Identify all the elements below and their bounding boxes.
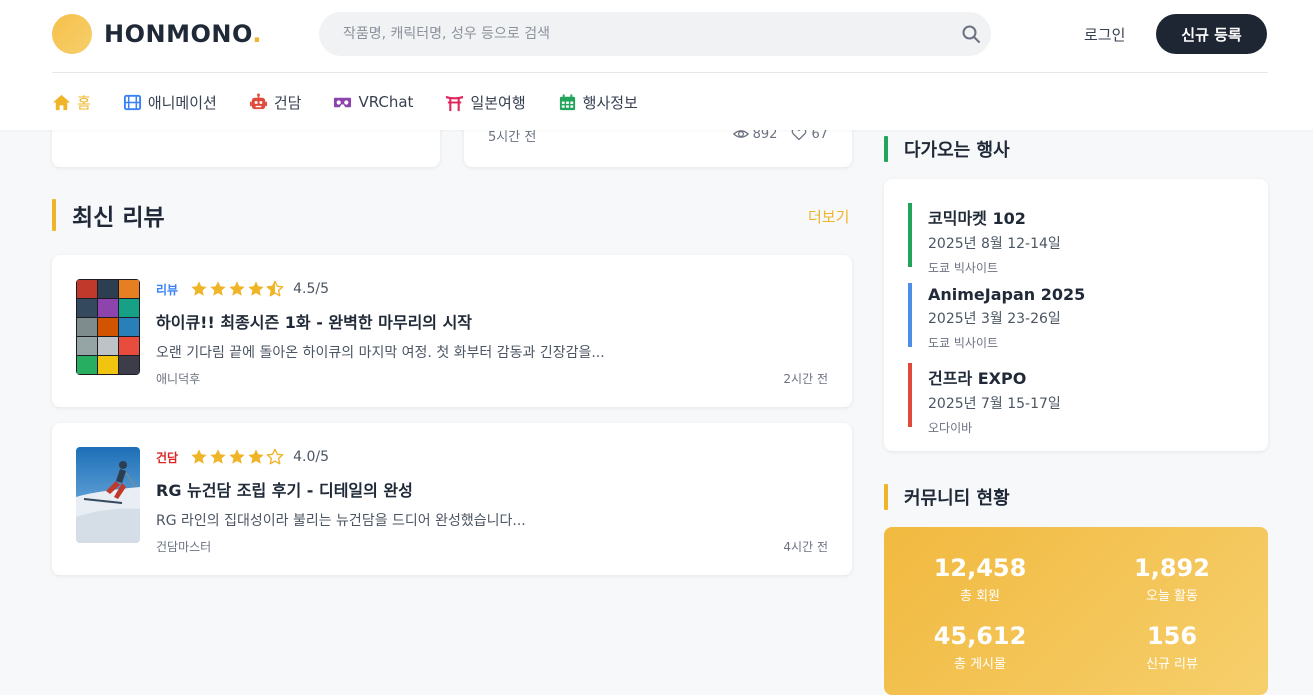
nav-item-japan-travel[interactable]: 일본여행 (445, 92, 526, 113)
nav-item-animation[interactable]: 애니메이션 (123, 92, 217, 113)
upcoming-events-heading: 다가오는 행사 (884, 136, 1010, 162)
main-nav: 홈 애니메이션 건담 VRChat 일본여행 행사정보 (52, 88, 670, 116)
section-accent-bar (52, 199, 56, 231)
review-score: 4.0/5 (293, 449, 329, 465)
review-title[interactable]: RG 뉴건담 조립 후기 - 디테일의 완성 (156, 477, 828, 501)
star-full-icon (229, 281, 245, 296)
stat-value: 45,612 (933, 622, 1027, 650)
section-title: 커뮤니티 현황 (904, 488, 1010, 509)
torii-gate-icon (446, 95, 464, 111)
review-card[interactable]: 건담 4.0/5 RG 뉴건담 조립 후기 - 디테일의 완성 RG 라인의 집… (52, 423, 852, 575)
nav-item-label: 건담 (273, 93, 302, 112)
community-stats-heading: 커뮤니티 현황 (884, 484, 1010, 510)
review-excerpt: RG 라인의 집대성이라 불리는 뉴건담을 드디어 완성했습니다... (156, 513, 526, 529)
nav-item-events[interactable]: 행사정보 (558, 92, 638, 113)
stat-total-members: 12,458 총 회원 (884, 553, 1076, 604)
star-empty-icon (266, 448, 284, 465)
star-rating (190, 280, 285, 298)
star-full-icon (248, 281, 264, 296)
stat-label: 오늘 활동 (1146, 589, 1198, 604)
event-name: 건프라 EXPO (928, 369, 1027, 388)
header-divider (52, 72, 1268, 73)
nav-item-label: 일본여행 (470, 93, 526, 112)
star-full-icon (248, 449, 264, 464)
community-stats-card: 12,458 총 회원 1,892 오늘 활동 45,612 총 게시물 156… (884, 527, 1268, 695)
stat-total-posts: 45,612 총 게시물 (884, 621, 1076, 672)
star-full-icon (210, 449, 226, 464)
vr-goggles-icon (334, 97, 352, 107)
event-date: 2025년 8월 12-14일 (928, 236, 1061, 252)
logo-mark (52, 14, 92, 54)
star-rating (190, 448, 285, 466)
stat-value: 156 (1146, 622, 1198, 650)
stat-value: 12,458 (933, 554, 1027, 582)
event-date: 2025년 3월 23-26일 (928, 311, 1061, 327)
nav-item-label: 행사정보 (582, 93, 638, 112)
event-item[interactable]: 건프라 EXPO 2025년 7월 15-17일 오다이바 (908, 363, 1248, 435)
nav-item-gundam[interactable]: 건담 (249, 92, 302, 113)
nav-item-label: 홈 (77, 93, 91, 112)
more-reviews-link[interactable]: 더보기 (808, 206, 849, 227)
section-title: 다가오는 행사 (904, 140, 1010, 161)
section-accent-bar (884, 484, 888, 510)
home-icon (52, 94, 71, 110)
logo-text: HONMONO (104, 20, 253, 48)
anime-collage-image (76, 279, 140, 375)
review-title[interactable]: 하이큐!! 최종시즌 1화 - 완벽한 마무리의 시작 (156, 309, 828, 333)
film-icon (123, 94, 141, 110)
logo[interactable]: HONMONO. (52, 14, 262, 54)
stat-value: 1,892 (1134, 554, 1210, 582)
stat-today-activity: 1,892 오늘 활동 (1076, 553, 1268, 604)
nav-item-home[interactable]: 홈 (52, 92, 91, 113)
latest-reviews-heading: 최신 리뷰 (52, 199, 165, 231)
stat-label: 신규 리뷰 (1146, 657, 1198, 672)
event-place: 도쿄 빅사이트 (928, 261, 999, 275)
stat-label: 총 게시물 (954, 657, 1006, 672)
star-full-icon (229, 449, 245, 464)
review-category-badge[interactable]: 건담 (156, 449, 178, 466)
review-thumbnail (76, 447, 140, 543)
nav-item-label: VRChat (358, 93, 414, 111)
stat-new-reviews: 156 신규 리뷰 (1076, 621, 1268, 672)
skier-image (76, 447, 140, 543)
star-half-icon (266, 280, 284, 297)
star-full-icon (191, 449, 207, 464)
events-card: 코믹마켓 102 2025년 8월 12-14일 도쿄 빅사이트 AnimeJa… (884, 179, 1268, 451)
star-full-icon (210, 281, 226, 296)
event-date: 2025년 7월 15-17일 (928, 396, 1061, 412)
event-name: 코믹마켓 102 (928, 209, 1026, 228)
section-accent-bar (884, 136, 888, 162)
section-title: 최신 리뷰 (72, 205, 165, 231)
review-time: 2시간 전 (783, 372, 828, 386)
nav-item-vrchat[interactable]: VRChat (333, 93, 413, 112)
review-category-badge[interactable]: 리뷰 (156, 281, 178, 298)
star-full-icon (191, 281, 207, 296)
event-name: AnimeJapan 2025 (928, 285, 1086, 304)
search-input[interactable] (319, 12, 939, 56)
review-score: 4.5/5 (293, 281, 329, 297)
stat-label: 총 회원 (959, 589, 1000, 604)
review-thumbnail (76, 279, 140, 375)
calendar-icon (559, 93, 575, 110)
review-author[interactable]: 건담마스터 (156, 538, 211, 555)
review-excerpt: 오랜 기다림 끝에 돌아온 하이큐의 마지막 여정. 첫 화부터 감동과 긴장감… (156, 345, 605, 361)
review-time: 4시간 전 (783, 540, 828, 554)
search-icon[interactable] (961, 24, 981, 44)
event-place: 오다이바 (928, 421, 973, 435)
site-header: HONMONO. 로그인 신규 등록 홈 애니메이션 (0, 0, 1313, 130)
signup-button[interactable]: 신규 등록 (1156, 14, 1267, 54)
review-author[interactable]: 애니덕후 (156, 370, 200, 387)
event-place: 도쿄 빅사이트 (928, 336, 999, 350)
logo-dot: . (252, 20, 262, 48)
search-bar (319, 12, 991, 56)
event-item[interactable]: 코믹마켓 102 2025년 8월 12-14일 도쿄 빅사이트 (908, 203, 1248, 275)
robot-icon (249, 92, 267, 109)
nav-item-label: 애니메이션 (147, 93, 217, 112)
event-item[interactable]: AnimeJapan 2025 2025년 3월 23-26일 도쿄 빅사이트 (908, 283, 1248, 350)
login-link[interactable]: 로그인 (1084, 24, 1125, 45)
review-card[interactable]: 리뷰 4.5/5 하이큐!! 최종시즌 1화 - 완벽한 마무리의 시작 오랜 … (52, 255, 852, 407)
